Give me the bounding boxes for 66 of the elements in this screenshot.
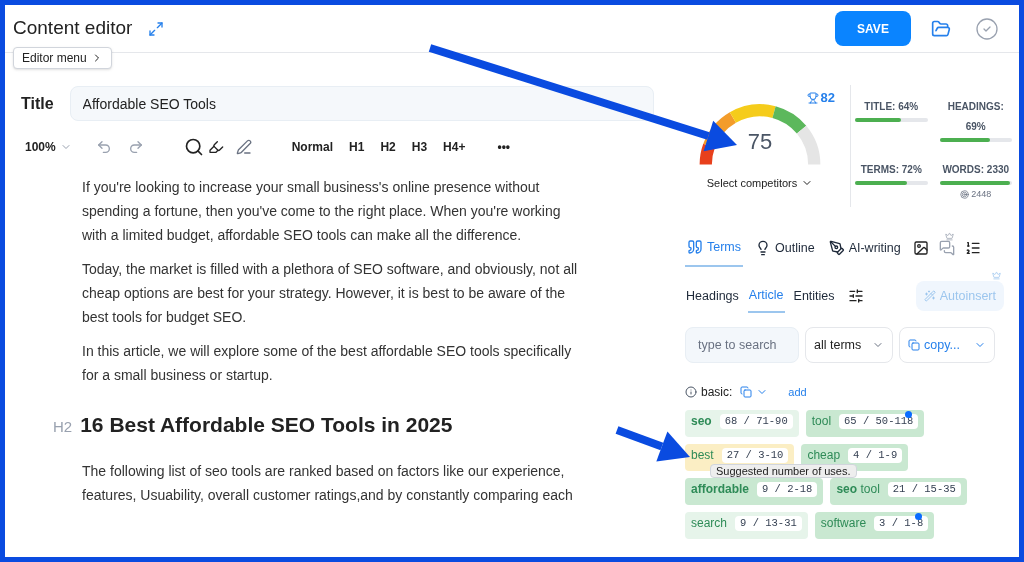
target-score: 82 <box>820 89 835 107</box>
subtab[interactable]: Article <box>747 279 785 313</box>
panel-tab[interactable]: Terms <box>685 229 744 267</box>
filter-icon[interactable] <box>847 288 864 304</box>
metric-label: WORDS: 2330 <box>942 162 1010 177</box>
heading-tag: H2 <box>53 415 73 439</box>
style-button[interactable]: H2 <box>380 138 396 156</box>
info-icon <box>685 386 697 398</box>
subtab[interactable]: Headings <box>685 279 740 313</box>
paragraph: Today, the market is filled with a plethora of SEO software, and obviously, not all cheap options are best for your strategy. However, it is best to be aware of the best tools for budget SEO. <box>82 260 579 327</box>
subtab[interactable]: Entities <box>792 279 836 313</box>
term-chip[interactable]: seo 68 / 71-90 <box>685 410 799 437</box>
panel-tab[interactable]: AI-writing <box>826 229 903 267</box>
score-value: 75 <box>747 128 773 156</box>
tab-icon <box>828 240 845 256</box>
terms-dropdown[interactable]: all terms <box>805 327 893 363</box>
metric-label: HEADINGS: 69% <box>946 100 1005 134</box>
term-chip[interactable]: seo tool 21 / 15-35 <box>830 478 967 505</box>
term-chip[interactable]: affordable 9 / 2-18 <box>685 478 824 505</box>
style-button[interactable]: H3 <box>411 138 428 156</box>
trophy-icon <box>806 91 819 104</box>
title-label: Title <box>20 93 54 114</box>
copy-icon <box>908 339 920 351</box>
editor-menu-button[interactable]: Editor menu <box>13 47 112 69</box>
chat-icon[interactable] <box>938 240 955 256</box>
zoom-select[interactable]: 100% <box>25 138 72 156</box>
more-button[interactable]: ••• <box>497 138 511 156</box>
paragraph: The following list of seo tools are ranked based on factors like our experience, features, Usuability, overall customer ratings,and by constantly comparing each <box>82 462 574 505</box>
word-target: 2448 <box>971 187 992 201</box>
redo-icon[interactable] <box>127 139 144 155</box>
metric-label: TITLE: 64% <box>864 100 919 114</box>
paragraph: If you're looking to increase your small business's online presence without spending a fortune, then you've come to the right place. When you're working with a limited budget, affordable SEO tools can make all the difference. <box>82 178 562 245</box>
tab-icon <box>687 239 703 255</box>
pen-icon[interactable] <box>235 139 252 155</box>
style-button[interactable]: Normal <box>291 138 334 156</box>
metric-label: TERMS: 72% <box>860 162 922 177</box>
list-icon[interactable] <box>964 240 981 256</box>
style-button[interactable]: H4+ <box>443 138 466 156</box>
paragraph: In this article, we will explore some of the best affordable SEO tools specifically for a small business or startup. <box>82 342 573 385</box>
search-field[interactable]: type to search <box>685 327 799 363</box>
search-icon[interactable] <box>183 137 204 157</box>
target-icon <box>960 190 970 199</box>
crown-icon <box>992 271 1001 280</box>
check-circle-icon[interactable] <box>975 16 999 41</box>
highlighter-icon[interactable] <box>207 139 224 155</box>
panel-tab[interactable]: Outline <box>753 229 817 267</box>
heading: 16 Best Affordable SEO Tools in 2025 <box>80 413 453 437</box>
image-icon[interactable] <box>912 240 929 256</box>
term-chip[interactable]: software 3 / 1-8 <box>814 512 935 539</box>
tooltip: Suggested number of uses. <box>710 464 857 478</box>
term-chip[interactable]: tool 65 / 50-118 <box>805 410 925 437</box>
style-button[interactable]: H1 <box>349 138 365 156</box>
folder-icon[interactable] <box>931 18 951 39</box>
page-title: Content editor <box>13 16 133 41</box>
title-field[interactable]: Affordable SEO Tools <box>69 86 654 121</box>
expand-icon[interactable] <box>148 20 165 37</box>
wand-icon <box>923 290 936 302</box>
term-chip[interactable]: search 9 / 13-31 <box>685 512 808 539</box>
add-link[interactable]: add <box>788 383 807 401</box>
save-button[interactable]: SAVE <box>835 11 911 46</box>
crown-icon <box>944 232 954 241</box>
copy-dropdown[interactable]: copy... <box>899 327 995 363</box>
group-label: basic: <box>701 384 733 401</box>
copy-icon[interactable] <box>740 386 753 398</box>
undo-icon[interactable] <box>95 139 112 155</box>
competitors-dropdown[interactable]: Select competitors <box>706 175 814 192</box>
